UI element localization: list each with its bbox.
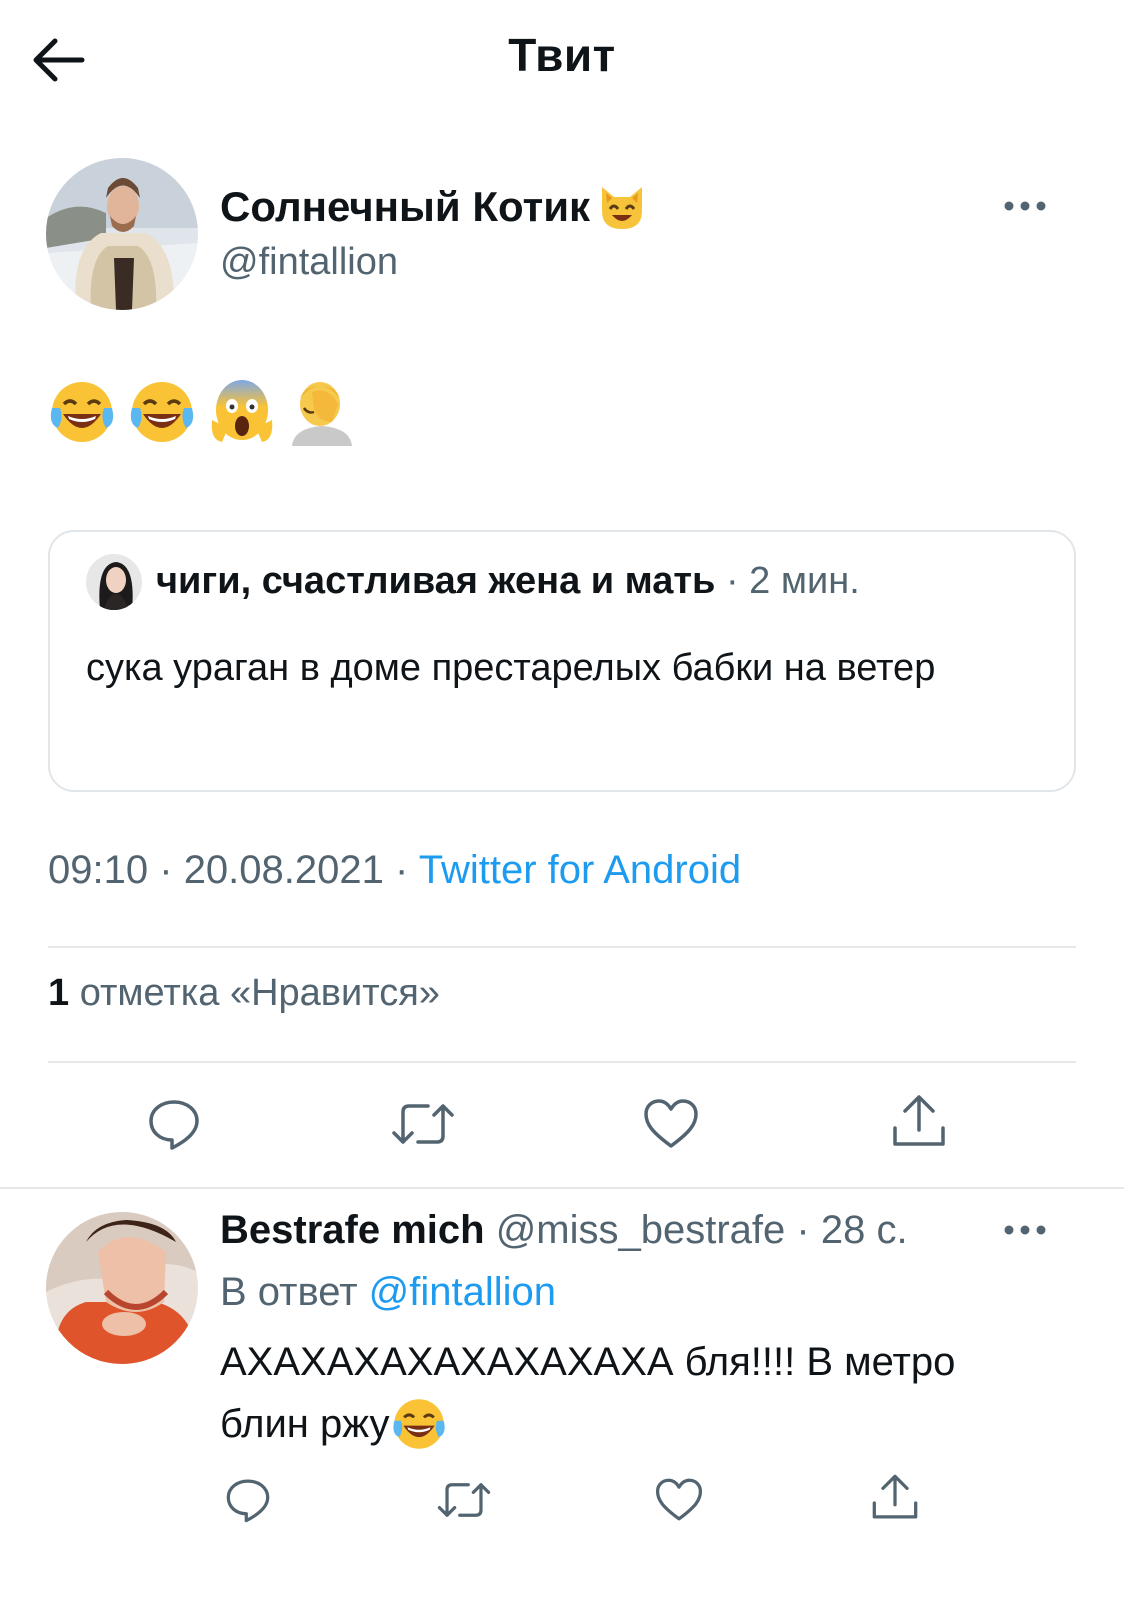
quote-author-avatar: [86, 554, 142, 610]
more-horizontal-icon[interactable]: [1000, 1220, 1050, 1240]
likes-count: 1: [48, 972, 70, 1014]
author-avatar[interactable]: [46, 158, 198, 310]
more-horizontal-icon[interactable]: [1000, 196, 1050, 216]
reply-icon[interactable]: [224, 1476, 272, 1524]
quote-separator: ·: [725, 560, 739, 602]
reply-text-line1: АХАХАХАХАХАХАХАХА бля!!!! В метро: [220, 1340, 956, 1384]
meta-separator: ·: [395, 848, 409, 892]
tweet-source-link[interactable]: Twitter for Android: [419, 848, 741, 892]
face-with-tears-of-joy-emoji: [48, 378, 116, 446]
reply-time: 28 с.: [820, 1208, 908, 1252]
face-screaming-in-fear-emoji: [208, 378, 276, 446]
reply-prefix: В ответ: [220, 1270, 358, 1314]
face-with-tears-of-joy-emoji: [391, 1396, 447, 1452]
quote-time: 2 мин.: [749, 560, 860, 602]
likes-label: отметка «Нравится»: [79, 972, 440, 1014]
divider: [48, 1061, 1076, 1063]
reply-author-handle[interactable]: @miss_bestrafe: [496, 1208, 786, 1252]
share-icon[interactable]: [870, 1472, 920, 1522]
author-name[interactable]: Солнечный Котик: [220, 183, 590, 231]
like-icon[interactable]: [642, 1096, 700, 1152]
retweet-icon[interactable]: [436, 1476, 492, 1524]
reply-icon[interactable]: [146, 1096, 202, 1152]
reply-author-name[interactable]: Bestrafe mich: [220, 1208, 485, 1252]
tweet-time: 09:10: [48, 848, 149, 892]
quoted-tweet-card[interactable]: чиги, счастливая жена и мать · 2 мин. су…: [48, 530, 1076, 792]
reply-separator: ·: [796, 1208, 810, 1252]
meta-separator: ·: [159, 848, 173, 892]
author-handle[interactable]: @fintallion: [220, 241, 398, 284]
page-title: Твит: [508, 29, 616, 81]
quote-author-name: чиги, счастливая жена и мать: [156, 560, 716, 602]
likes-count-row[interactable]: 1 отметка «Нравится»: [48, 972, 440, 1015]
divider: [0, 1187, 1124, 1189]
quote-text: сука ураган в доме престарелых бабки на …: [86, 647, 936, 689]
person-facepalming-emoji: [288, 378, 356, 446]
share-icon[interactable]: [890, 1092, 948, 1150]
like-icon[interactable]: [654, 1476, 704, 1524]
reply-text-line2: блин ржу: [220, 1401, 390, 1446]
cat-face-emoji: [596, 183, 648, 231]
divider: [48, 946, 1076, 948]
reply-author-avatar[interactable]: [46, 1212, 198, 1364]
reply-to-link[interactable]: @fintallion: [369, 1270, 556, 1314]
face-with-tears-of-joy-emoji: [128, 378, 196, 446]
retweet-icon[interactable]: [390, 1096, 456, 1152]
tweet-body: [48, 378, 356, 446]
tweet-date: 20.08.2021: [183, 848, 384, 892]
